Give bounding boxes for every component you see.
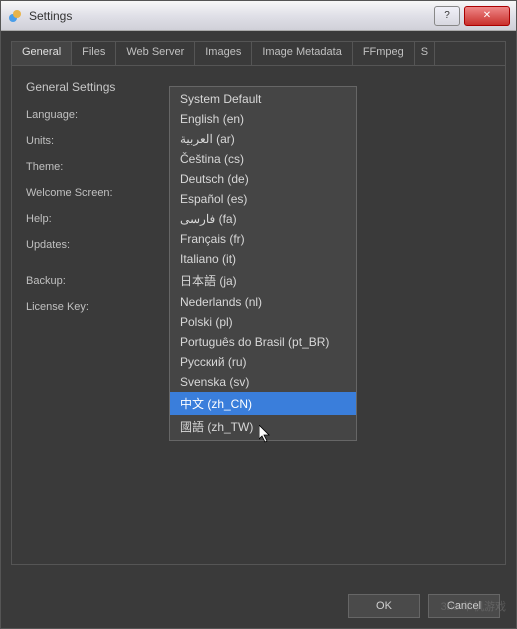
dropdown-item-german[interactable]: Deutsch (de) — [170, 169, 356, 189]
dropdown-item-french[interactable]: Français (fr) — [170, 229, 356, 249]
dropdown-item-chinese-simplified[interactable]: 中文 (zh_CN) — [170, 392, 356, 415]
tab-image-metadata[interactable]: Image Metadata — [252, 42, 353, 65]
label-theme: Theme: — [26, 161, 136, 173]
label-welcome: Welcome Screen: — [26, 187, 136, 199]
ok-button[interactable]: OK — [348, 594, 420, 618]
label-backup: Backup: — [26, 275, 136, 287]
dropdown-item-arabic[interactable]: العربية (ar) — [170, 129, 356, 149]
dropdown-item-portuguese-brasil[interactable]: Português do Brasil (pt_BR) — [170, 332, 356, 352]
label-updates: Updates: — [26, 239, 136, 251]
titlebar-buttons: ? ✕ — [430, 6, 510, 26]
dropdown-item-persian[interactable]: فارسی (fa) — [170, 209, 356, 229]
dropdown-item-italian[interactable]: Italiano (it) — [170, 249, 356, 269]
tab-images[interactable]: Images — [195, 42, 252, 65]
dropdown-item-japanese[interactable]: 日本語 (ja) — [170, 269, 356, 292]
settings-window: Settings ? ✕ General Files Web Server Im… — [0, 0, 517, 629]
dropdown-item-czech[interactable]: Čeština (cs) — [170, 149, 356, 169]
label-units: Units: — [26, 135, 136, 147]
window-title: Settings — [29, 9, 430, 23]
dropdown-item-polish[interactable]: Polski (pl) — [170, 312, 356, 332]
dropdown-item-dutch[interactable]: Nederlands (nl) — [170, 292, 356, 312]
dropdown-item-swedish[interactable]: Svenska (sv) — [170, 372, 356, 392]
close-button[interactable]: ✕ — [464, 6, 510, 26]
tab-web-server[interactable]: Web Server — [116, 42, 195, 65]
dropdown-item-spanish[interactable]: Español (es) — [170, 189, 356, 209]
app-icon — [7, 8, 23, 24]
tab-bar: General Files Web Server Images Image Me… — [12, 42, 505, 66]
label-help: Help: — [26, 213, 136, 225]
label-language: Language: — [26, 109, 136, 121]
dropdown-item-chinese-traditional[interactable]: 國語 (zh_TW) — [170, 415, 356, 438]
tab-ffmpeg[interactable]: FFmpeg — [353, 42, 415, 65]
label-license: License Key: — [26, 301, 136, 313]
tab-truncated[interactable]: S — [415, 42, 435, 65]
dropdown-item-system-default[interactable]: System Default — [170, 89, 356, 109]
language-dropdown[interactable]: System Default English (en) العربية (ar)… — [169, 86, 357, 441]
dropdown-item-english[interactable]: English (en) — [170, 109, 356, 129]
tab-files[interactable]: Files — [72, 42, 116, 65]
dialog-footer: OK Cancel — [1, 584, 516, 628]
dropdown-item-russian[interactable]: Русский (ru) — [170, 352, 356, 372]
titlebar: Settings ? ✕ — [1, 1, 516, 31]
cancel-button[interactable]: Cancel — [428, 594, 500, 618]
help-button[interactable]: ? — [434, 6, 460, 26]
tab-general[interactable]: General — [12, 42, 72, 65]
